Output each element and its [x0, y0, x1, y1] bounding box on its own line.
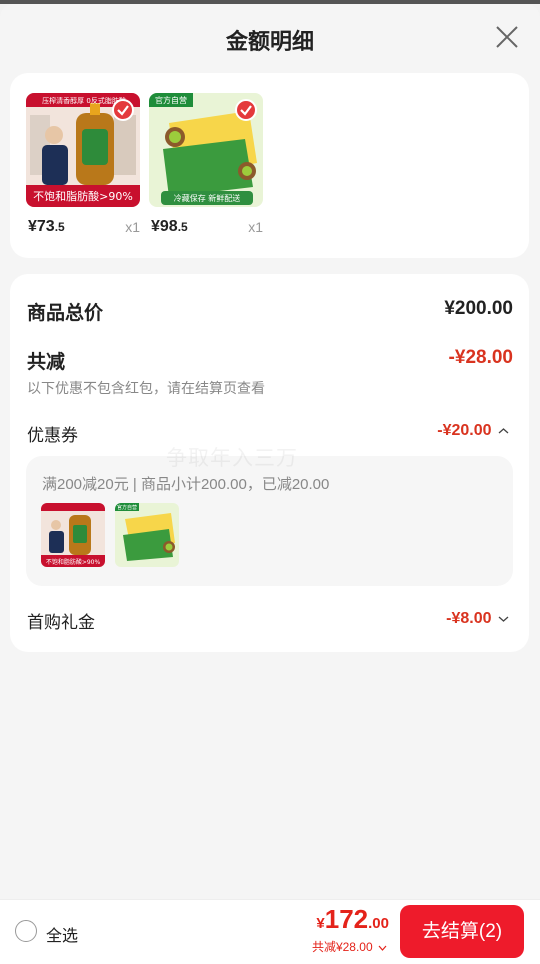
mini-oil-banner: 不饱和脂肪酸>90%: [46, 558, 101, 566]
select-all-label[interactable]: 全选: [46, 922, 78, 946]
total-price-label: 商品总价: [27, 303, 104, 324]
coupon-detail-box: 满200减20元 | 商品小计200.00，已减20.00 不饱和脂肪酸>90%: [26, 456, 513, 586]
discount-label: 共减: [27, 352, 66, 373]
discount-note: 以下优惠不包含红包，请在结算页查看: [27, 380, 265, 396]
watermark: 争取年入三万: [166, 447, 298, 470]
close-icon[interactable]: [494, 24, 520, 50]
first-purchase-gift-value: -¥8.00: [446, 610, 492, 627]
coupon-product-thumb-kiwi: 官方自营: [115, 503, 179, 567]
saved-amount[interactable]: 共减¥28.00: [312, 938, 387, 955]
discount-value: -¥28.00: [448, 347, 513, 368]
product-price: ¥73.5: [28, 218, 65, 235]
product-price: ¥98.5: [151, 218, 188, 235]
first-purchase-gift-label: 首购礼金: [27, 613, 95, 632]
kiwi-banner-bottom: 冷藏保存 新鲜配送: [174, 193, 241, 203]
product-qty: x1: [248, 219, 263, 235]
amount-detail-sheet: 金额明细 压榨清香醇厚 0反式脂肪酸 不饱和脂肪酸>90% ¥73.5 x1 官…: [0, 4, 540, 899]
selected-check-icon[interactable]: [112, 99, 134, 121]
mini-kiwi-tag: 官方自营: [117, 504, 137, 511]
kiwi-tag: 官方自营: [155, 95, 187, 105]
total-price-value: ¥200.00: [444, 298, 513, 319]
product-image-oil: 压榨清香醇厚 0反式脂肪酸 不饱和脂肪酸>90%: [26, 93, 140, 207]
chevron-down-icon: [378, 945, 387, 951]
selected-check-icon[interactable]: [235, 99, 257, 121]
chevron-down-icon: [498, 616, 509, 622]
chevron-up-icon: [498, 428, 509, 434]
product-qty: x1: [125, 219, 140, 235]
selected-products-card: 压榨清香醇厚 0反式脂肪酸 不饱和脂肪酸>90% ¥73.5 x1 官方自营 冷…: [10, 73, 529, 258]
coupon-value: -¥20.00: [437, 422, 492, 439]
coupon-label: 优惠券: [27, 426, 78, 445]
coupon-toggle[interactable]: -¥20.00: [437, 422, 509, 440]
product-image-kiwi: 官方自营 冷藏保存 新鲜配送: [149, 93, 263, 207]
coupon-product-thumb-oil: 不饱和脂肪酸>90%: [41, 503, 105, 567]
checkout-bar: 全选 ¥172.00 共减¥28.00 去结算(2): [0, 899, 540, 964]
checkout-button[interactable]: 去结算(2): [400, 905, 524, 958]
first-purchase-gift-toggle[interactable]: -¥8.00: [446, 610, 509, 628]
coupon-description: 满200减20元 | 商品小计200.00，已减20.00: [42, 476, 330, 493]
product-item-kiwi[interactable]: 官方自营 冷藏保存 新鲜配送 ¥98.5 x1: [149, 93, 263, 235]
page-title: 金额明细: [225, 29, 314, 54]
product-item-oil[interactable]: 压榨清香醇厚 0反式脂肪酸 不饱和脂肪酸>90% ¥73.5 x1: [26, 93, 140, 235]
oil-banner-bottom: 不饱和脂肪酸>90%: [33, 189, 133, 203]
select-all-radio[interactable]: [15, 920, 37, 942]
total-amount: ¥172.00: [316, 904, 389, 934]
